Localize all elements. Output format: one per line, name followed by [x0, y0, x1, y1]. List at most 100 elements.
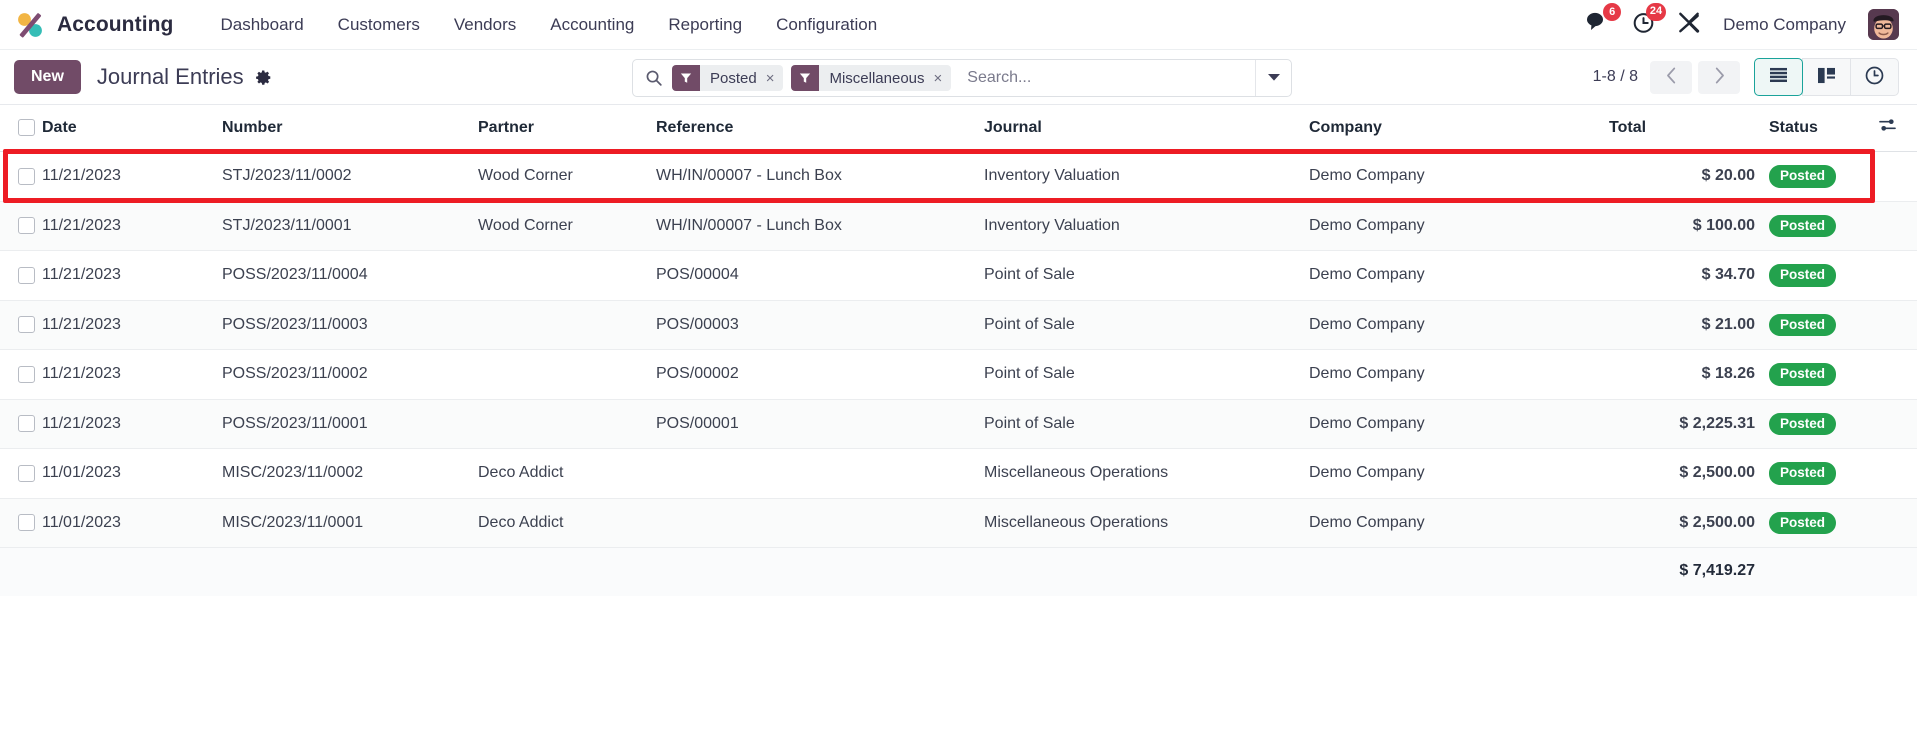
- activities-button[interactable]: 24: [1632, 2, 1667, 39]
- cell-status: Posted: [1769, 300, 1879, 351]
- cell-date: 11/21/2023: [42, 250, 222, 301]
- footer-total-amount: $ 7,419.27: [1609, 547, 1769, 597]
- view-switcher: [1754, 58, 1899, 96]
- search-facet-posted-label: Posted ×: [700, 65, 784, 91]
- cell-number: STJ/2023/11/0002: [222, 151, 478, 202]
- pager-previous-button[interactable]: [1650, 60, 1692, 94]
- row-select-cell: [0, 349, 42, 400]
- search-facet-miscellaneous-label: Miscellaneous ×: [819, 65, 952, 91]
- filter-funnel-icon: [791, 65, 820, 91]
- row-checkbox[interactable]: [18, 365, 35, 383]
- cell-partner: Wood Corner: [478, 151, 656, 202]
- table-row[interactable]: 11/21/2023 STJ/2023/11/0002 Wood Corner WH/…: [0, 151, 1917, 202]
- table-row[interactable]: 11/21/2023 STJ/2023/11/0001 Wood Corner WH/…: [0, 201, 1917, 252]
- cell-reference: POS/00002: [656, 349, 984, 400]
- adjust-columns-icon[interactable]: [1879, 119, 1896, 137]
- remove-facet-miscellaneous-icon[interactable]: ×: [934, 71, 943, 86]
- gear-icon[interactable]: [255, 69, 272, 86]
- select-all-header: [0, 105, 42, 152]
- column-header-status[interactable]: Status: [1769, 105, 1879, 152]
- cell-date: 11/21/2023: [42, 349, 222, 400]
- search-input[interactable]: [957, 60, 1255, 96]
- select-all-checkbox[interactable]: [18, 118, 35, 136]
- breadcrumb: Journal Entries: [97, 64, 272, 90]
- cell-journal: Point of Sale: [984, 250, 1309, 301]
- row-checkbox[interactable]: [18, 415, 35, 433]
- search-view: Posted × Miscellaneous ×: [632, 59, 1292, 97]
- developer-tools-button[interactable]: [1677, 11, 1701, 39]
- cell-company: Demo Company: [1309, 399, 1609, 450]
- menu-item-configuration[interactable]: Configuration: [759, 9, 894, 41]
- column-header-company[interactable]: Company: [1309, 105, 1609, 152]
- column-header-date[interactable]: Date: [42, 105, 222, 152]
- cell-status: Posted: [1769, 448, 1879, 499]
- list-view-icon: [1769, 67, 1788, 87]
- new-button[interactable]: New: [14, 60, 81, 94]
- column-header-partner[interactable]: Partner: [478, 105, 656, 152]
- table-row[interactable]: 11/21/2023 POSS/2023/11/0001 POS/00001 Poin…: [0, 399, 1917, 450]
- row-options-cell: [1879, 448, 1917, 499]
- menu-item-reporting[interactable]: Reporting: [651, 9, 759, 41]
- navbar-systray: 6 24 Demo Company: [1586, 2, 1899, 40]
- row-options-cell: [1879, 498, 1917, 549]
- footer-empty-cell: [42, 547, 222, 597]
- brand[interactable]: Accounting: [14, 9, 174, 41]
- cell-date: 11/21/2023: [42, 201, 222, 252]
- cell-number: MISC/2023/11/0002: [222, 448, 478, 499]
- search-facet-miscellaneous[interactable]: Miscellaneous ×: [791, 65, 952, 91]
- column-header-journal[interactable]: Journal: [984, 105, 1309, 152]
- odoo-accounting-logo-icon: [14, 9, 46, 41]
- cell-partner: [478, 349, 656, 400]
- cell-partner: Deco Addict: [478, 448, 656, 499]
- row-checkbox[interactable]: [18, 217, 35, 235]
- table-row[interactable]: 11/21/2023 POSS/2023/11/0003 POS/00003 Poin…: [0, 300, 1917, 351]
- menu-item-accounting[interactable]: Accounting: [533, 9, 651, 41]
- cell-reference: WH/IN/00007 - Lunch Box: [656, 151, 984, 202]
- table-row[interactable]: 11/01/2023 MISC/2023/11/0002 Deco Addict Mi…: [0, 448, 1917, 499]
- cell-journal: Miscellaneous Operations: [984, 498, 1309, 549]
- column-header-total[interactable]: Total: [1609, 105, 1769, 152]
- row-options-cell: [1879, 300, 1917, 351]
- user-avatar[interactable]: [1868, 9, 1899, 40]
- chevron-down-icon: [1267, 69, 1281, 87]
- row-checkbox[interactable]: [18, 316, 35, 334]
- search-facet-posted[interactable]: Posted ×: [672, 65, 784, 91]
- table-header: Date Number Partner Reference Journal Co…: [0, 105, 1917, 152]
- pager-next-button[interactable]: [1698, 60, 1740, 94]
- table-row[interactable]: 11/21/2023 POSS/2023/11/0002 POS/00002 Poin…: [0, 349, 1917, 400]
- status-badge: Posted: [1769, 363, 1837, 386]
- filter-funnel-icon: [672, 65, 700, 91]
- activities-badge: 24: [1645, 2, 1667, 21]
- cell-date: 11/01/2023: [42, 448, 222, 499]
- row-checkbox[interactable]: [18, 167, 35, 185]
- footer-empty-cell: [984, 547, 1309, 597]
- cell-number: POSS/2023/11/0004: [222, 250, 478, 301]
- table-row[interactable]: 11/21/2023 POSS/2023/11/0004 POS/00004 Poin…: [0, 250, 1917, 301]
- search-dropdown-toggle[interactable]: [1255, 60, 1291, 96]
- menu-item-vendors[interactable]: Vendors: [437, 9, 533, 41]
- cell-journal: Miscellaneous Operations: [984, 448, 1309, 499]
- column-header-number[interactable]: Number: [222, 105, 478, 152]
- menu-item-customers[interactable]: Customers: [321, 9, 437, 41]
- chevron-right-icon: [1713, 67, 1726, 87]
- row-checkbox[interactable]: [18, 464, 35, 482]
- menu-item-dashboard[interactable]: Dashboard: [204, 9, 321, 41]
- row-checkbox[interactable]: [18, 266, 35, 284]
- view-button-kanban[interactable]: [1802, 58, 1851, 96]
- column-header-reference[interactable]: Reference: [656, 105, 984, 152]
- remove-facet-posted-icon[interactable]: ×: [766, 71, 775, 86]
- cell-partner: Wood Corner: [478, 201, 656, 252]
- search-facets: Posted × Miscellaneous ×: [672, 65, 952, 91]
- status-badge: Posted: [1769, 264, 1837, 287]
- kanban-view-icon: [1817, 67, 1836, 87]
- messages-button[interactable]: 6: [1586, 3, 1622, 38]
- cell-journal: Point of Sale: [984, 349, 1309, 400]
- cell-total: $ 2,500.00: [1609, 498, 1769, 549]
- view-button-activity[interactable]: [1850, 58, 1899, 96]
- row-checkbox[interactable]: [18, 514, 35, 532]
- row-select-cell: [0, 201, 42, 252]
- company-switcher[interactable]: Demo Company: [1723, 15, 1846, 35]
- status-badge: Posted: [1769, 412, 1837, 436]
- view-button-list[interactable]: [1754, 58, 1803, 96]
- table-row[interactable]: 11/01/2023 MISC/2023/11/0001 Deco Addict Mi…: [0, 498, 1917, 549]
